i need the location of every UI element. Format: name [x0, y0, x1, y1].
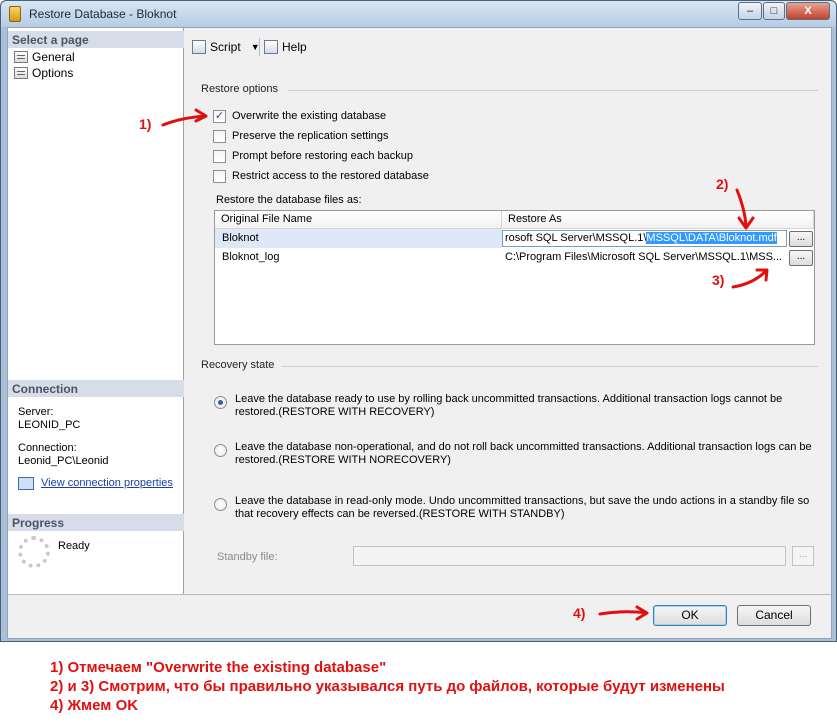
note-line: 2) и 3) Смотрим, что бы правильно указыв… — [50, 678, 725, 695]
annotation-step1: 1) — [139, 116, 152, 132]
annotation-step2: 2) — [716, 176, 729, 192]
instruction-notes: 1) Отмечаем "Overwrite the existing data… — [50, 658, 725, 715]
arrow-step4 — [598, 610, 648, 616]
arrow-step3 — [731, 270, 767, 289]
annotation-step3: 3) — [712, 272, 725, 288]
note-line: 1) Отмечаем "Overwrite the existing data… — [50, 659, 387, 676]
annotation-arrows — [161, 108, 769, 621]
annotation-step4: 4) — [573, 605, 586, 621]
note-line: 4) Жмем OK — [50, 697, 139, 714]
